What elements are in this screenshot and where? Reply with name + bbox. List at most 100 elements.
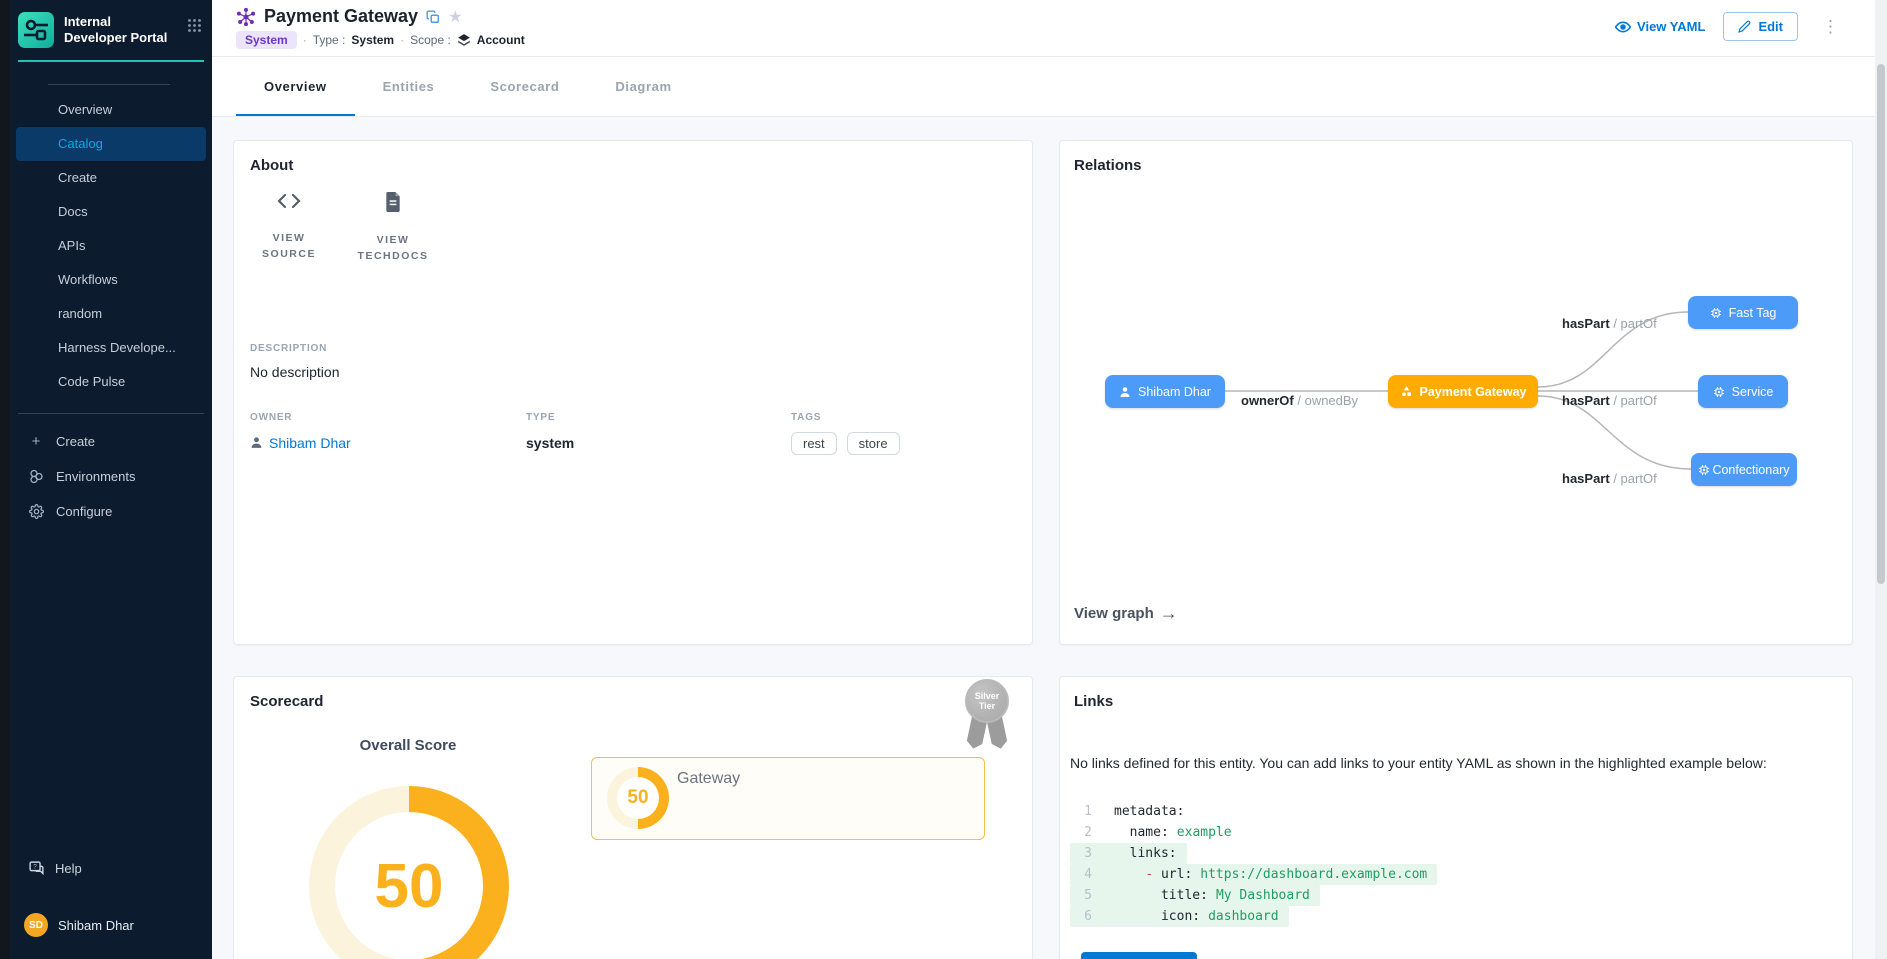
code-line-highlighted: 5 title:My Dashboard xyxy=(1070,885,1320,906)
app-title: Internal Developer Portal xyxy=(64,12,172,47)
silver-tier-label: Silver Tier xyxy=(965,679,1009,723)
page-scrollbar[interactable] xyxy=(1875,0,1887,959)
about-heading: About xyxy=(250,157,1016,174)
relations-card: Relations ownerOf / ownedBy hasPart / pa… xyxy=(1059,140,1853,645)
chip-icon xyxy=(1698,464,1710,476)
edge-label-haspart-mid: hasPart / partOf xyxy=(1562,393,1657,408)
type-value: system xyxy=(526,435,791,451)
tab-scorecard[interactable]: Scorecard xyxy=(462,57,587,116)
help-label: Help xyxy=(55,861,82,876)
graph-node-service[interactable]: Service xyxy=(1698,375,1788,408)
sidebar-action-configure[interactable]: Configure xyxy=(10,494,212,529)
tag-chip[interactable]: rest xyxy=(791,432,837,455)
owner-label: OWNER xyxy=(250,412,526,423)
owner-name: Shibam Dhar xyxy=(269,435,351,451)
type-value: System xyxy=(351,33,394,47)
tab-entities[interactable]: Entities xyxy=(355,57,463,116)
view-techdocs-button[interactable]: VIEW TECHDOCS xyxy=(354,192,432,265)
sidebar-item-apis[interactable]: APIs xyxy=(10,229,212,263)
sidebar-accent-divider xyxy=(18,60,204,62)
view-graph-label: View graph xyxy=(1074,605,1154,622)
gateway-score-name: Gateway xyxy=(677,770,740,788)
app-logo xyxy=(18,12,54,48)
edge-label-haspart-bottom: hasPart / partOf xyxy=(1562,471,1657,486)
owner-link[interactable]: Shibam Dhar xyxy=(250,435,526,451)
silver-tier-badge: Silver Tier xyxy=(964,679,1010,755)
code-line: 2 name:example xyxy=(1070,822,1242,843)
copy-icon[interactable] xyxy=(426,10,440,24)
node-label: Fast Tag xyxy=(1729,306,1777,320)
entity-tabs: Overview Entities Scorecard Diagram xyxy=(212,57,1887,117)
sidebar-item-code-pulse[interactable]: Code Pulse xyxy=(10,365,212,399)
type-label: Type : xyxy=(313,33,346,47)
code-line-highlighted: 3 links: xyxy=(1070,843,1187,864)
kind-badge: System xyxy=(236,31,297,49)
links-empty-note: No links defined for this entity. You ca… xyxy=(1070,755,1844,771)
view-graph-link[interactable]: View graph → xyxy=(1074,603,1178,624)
about-card: About VIEW SOURCE VIEW TECHDOCS DESC xyxy=(233,140,1033,645)
person-icon xyxy=(1119,386,1131,398)
person-icon xyxy=(250,436,263,449)
type-label: TYPE xyxy=(526,412,791,423)
sidebar: Internal Developer Portal Overview Catal… xyxy=(10,0,212,959)
star-icon[interactable]: ★ xyxy=(448,7,462,27)
graph-node-confectionary[interactable]: Confectionary xyxy=(1691,453,1797,486)
nav-divider xyxy=(48,84,170,85)
tag-chip[interactable]: store xyxy=(847,432,900,455)
sidebar-action-create[interactable]: + Create xyxy=(10,424,212,459)
sidebar-item-harness-developer[interactable]: Harness Develope... xyxy=(10,331,212,365)
relations-graph: ownerOf / ownedBy hasPart / partOf hasPa… xyxy=(1060,141,1854,646)
help-chat-icon: ? xyxy=(28,860,45,877)
help-button[interactable]: ? Help xyxy=(10,850,212,887)
tab-overview[interactable]: Overview xyxy=(236,57,355,116)
account-scope-icon xyxy=(457,33,471,47)
collapsed-rail xyxy=(0,0,10,959)
links-heading: Links xyxy=(1074,693,1838,710)
graph-node-fast-tag[interactable]: Fast Tag xyxy=(1688,296,1798,329)
system-entity-icon xyxy=(236,7,256,27)
view-source-button[interactable]: VIEW SOURCE xyxy=(250,192,328,265)
view-yaml-button[interactable]: View YAML xyxy=(1615,19,1705,35)
overall-score-donut: 50 xyxy=(309,786,509,959)
apps-grid-icon[interactable] xyxy=(187,12,202,33)
chip-icon xyxy=(1713,386,1725,398)
scorecard-heading: Scorecard xyxy=(250,693,1016,710)
yaml-code-snippet: 1metadata: 2 name:example 3 links: 4 - u… xyxy=(1070,801,1437,927)
overall-score-label: Overall Score xyxy=(308,737,508,754)
sidebar-item-overview[interactable]: Overview xyxy=(10,93,212,127)
scorecard-gateway-card[interactable]: 50 Gateway xyxy=(591,757,985,840)
sidebar-action-label: Configure xyxy=(56,504,112,519)
more-options-icon[interactable]: ⋮ xyxy=(1816,14,1845,39)
arrow-right-icon: → xyxy=(1160,603,1178,624)
edit-label: Edit xyxy=(1758,19,1783,34)
avatar: SD xyxy=(24,913,48,937)
chip-icon xyxy=(1710,307,1722,319)
scrollbar-thumb[interactable] xyxy=(1877,64,1885,584)
graph-node-payment-gateway[interactable]: Payment Gateway xyxy=(1388,375,1538,408)
pencil-icon xyxy=(1738,20,1751,33)
node-label: Shibam Dhar xyxy=(1138,385,1211,399)
view-yaml-label: View YAML xyxy=(1637,19,1705,34)
user-name: Shibam Dhar xyxy=(58,918,134,933)
eye-icon xyxy=(1615,19,1631,35)
sidebar-action-environments[interactable]: Environments xyxy=(10,459,212,494)
description-label: DESCRIPTION xyxy=(250,343,1016,354)
edit-button[interactable]: Edit xyxy=(1723,12,1798,41)
gateway-score-value: 50 xyxy=(627,787,648,809)
graph-node-shibam-dhar[interactable]: Shibam Dhar xyxy=(1105,375,1225,408)
sidebar-item-create[interactable]: Create xyxy=(10,161,212,195)
code-line-highlighted: 4 - url:https://dashboard.example.com xyxy=(1070,864,1437,885)
document-icon xyxy=(384,192,402,212)
sidebar-item-catalog[interactable]: Catalog xyxy=(16,127,206,161)
user-profile[interactable]: SD Shibam Dhar xyxy=(10,905,212,945)
gateway-score-donut: 50 xyxy=(607,767,669,829)
code-icon xyxy=(277,192,301,210)
sidebar-item-docs[interactable]: Docs xyxy=(10,195,212,229)
sidebar-item-workflows[interactable]: Workflows xyxy=(10,263,212,297)
code-line-highlighted: 6 icon:dashboard xyxy=(1070,906,1289,927)
scorecard-card: Scorecard Overall Score 50 50 Gateway Si… xyxy=(233,676,1033,959)
tab-diagram[interactable]: Diagram xyxy=(587,57,699,116)
read-more-button[interactable]: Read more xyxy=(1081,952,1197,959)
sidebar-item-random[interactable]: random xyxy=(10,297,212,331)
scope-label: Scope : xyxy=(410,33,451,47)
